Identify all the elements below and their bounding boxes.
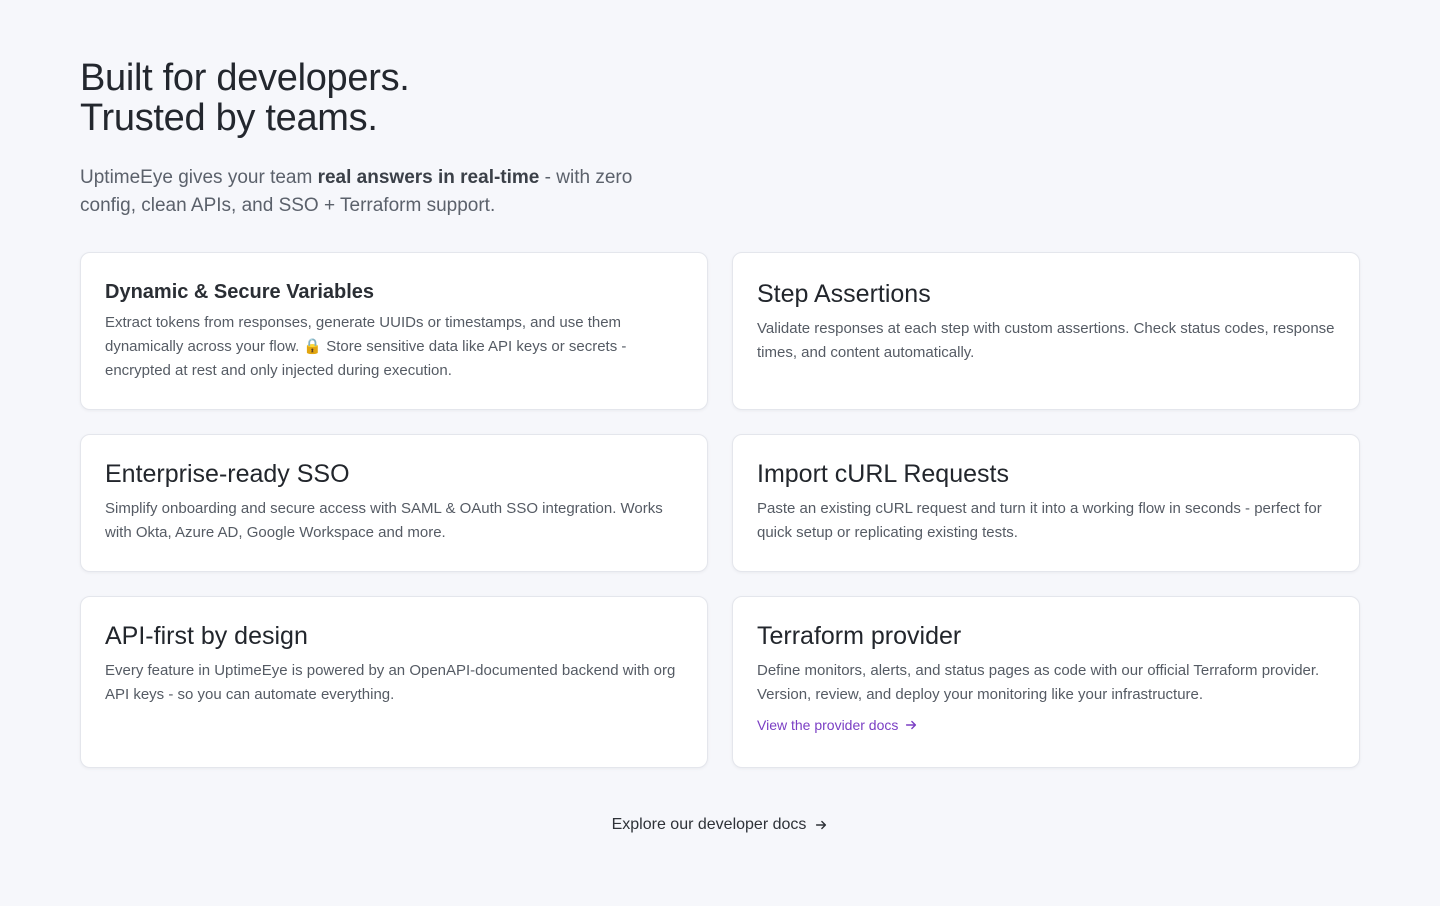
feature-title: Enterprise-ready SSO	[105, 460, 350, 488]
feature-description: Define monitors, alerts, and status page…	[757, 662, 1320, 703]
feature-title: Step Assertions	[757, 280, 931, 308]
feature-title: Dynamic & Secure Variables	[105, 281, 375, 303]
feature-card-api-first: API-first by design Every feature in Upt…	[80, 596, 708, 768]
heading-line-2: Trusted by teams.	[80, 97, 378, 139]
intro-before: UptimeEye gives your team	[80, 167, 318, 188]
explore-docs-label: Explore our developer docs	[611, 816, 807, 833]
feature-description: Extract tokens from responses, generate …	[105, 314, 627, 379]
intro-highlight: real answers in real-time	[317, 167, 540, 188]
feature-card-terraform: Terraform provider Define monitors, aler…	[732, 596, 1360, 768]
explore-docs-row: Explore our developer docs	[0, 816, 1440, 834]
feature-card-variables: Dynamic & Secure Variables Extract token…	[80, 252, 708, 410]
feature-description: Simplify onboarding and secure access wi…	[105, 500, 663, 541]
provider-docs-link[interactable]: View the provider docs	[757, 717, 918, 733]
feature-description: Validate responses at each step with cus…	[757, 320, 1335, 361]
feature-title: Import cURL Requests	[757, 460, 1009, 488]
feature-card-assertions: Step Assertions Validate responses at ea…	[732, 252, 1360, 410]
feature-title: API-first by design	[105, 622, 308, 650]
developer-features-section: Built for developers. Trusted by teams. …	[0, 0, 1440, 906]
arrow-right-icon	[906, 720, 917, 730]
feature-card-sso: Enterprise-ready SSO Simplify onboarding…	[80, 434, 708, 572]
arrow-right-icon	[816, 820, 827, 830]
feature-title: Terraform provider	[757, 622, 962, 650]
section-heading: Built for developers. Trusted by teams.	[80, 58, 410, 138]
explore-docs-link[interactable]: Explore our developer docs	[612, 816, 829, 834]
feature-description: Paste an existing cURL request and turn …	[757, 500, 1322, 541]
heading-line-1: Built for developers.	[80, 57, 410, 99]
feature-description: Every feature in UptimeEye is powered by…	[105, 662, 676, 703]
section-intro: UptimeEye gives your team real answers i…	[80, 164, 680, 220]
provider-docs-link-label: View the provider docs	[757, 717, 899, 733]
feature-card-curl: Import cURL Requests Paste an existing c…	[732, 434, 1360, 572]
